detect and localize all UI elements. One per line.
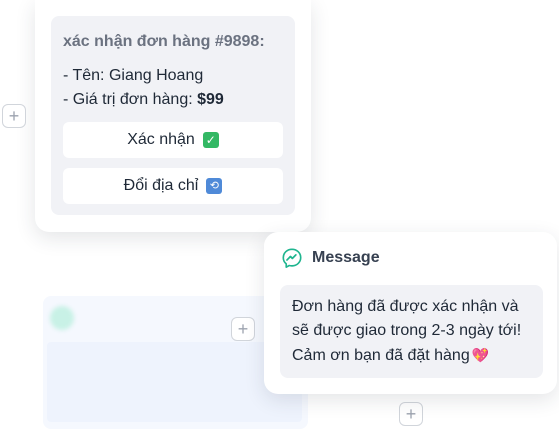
order-value-line: - Giá trị đơn hàng: $99	[63, 91, 224, 109]
message-node[interactable]: Message Đơn hàng đã được xác nhận và sẽ …	[264, 232, 557, 394]
sparkling-heart-icon: 💖	[471, 347, 490, 363]
change-address-button[interactable]: Đổi địa chỉ ⟲	[63, 168, 283, 204]
check-mark-icon: ✓	[202, 132, 219, 148]
repeat-icon: ⟲	[206, 178, 223, 194]
background-node-icon	[50, 306, 74, 330]
order-value-label: - Giá trị đơn hàng:	[63, 91, 198, 108]
add-step-button[interactable]: +	[399, 402, 423, 426]
change-address-button-label: Đổi địa chỉ	[123, 177, 199, 194]
message-node-title: Message	[312, 249, 380, 266]
confirm-button-label: Xác nhận	[127, 131, 195, 148]
order-title: xác nhận đơn hàng #9898:	[63, 33, 265, 50]
add-step-button[interactable]: +	[231, 317, 255, 341]
customer-name-line: - Tên: Giang Hoang	[63, 67, 204, 84]
order-message-box: xác nhận đơn hàng #9898: - Tên: Giang Ho…	[51, 16, 295, 215]
messenger-icon	[282, 248, 302, 268]
order-confirmation-node[interactable]: xác nhận đơn hàng #9898: - Tên: Giang Ho…	[35, 0, 311, 232]
confirm-button[interactable]: Xác nhận ✓	[63, 122, 283, 158]
order-value-amount: $99	[197, 91, 224, 108]
message-bubble: Đơn hàng đã được xác nhận và sẽ được gia…	[280, 285, 543, 378]
add-step-button[interactable]: +	[2, 104, 26, 128]
message-text-wrap: Đơn hàng đã được xác nhận và sẽ được gia…	[292, 295, 531, 368]
